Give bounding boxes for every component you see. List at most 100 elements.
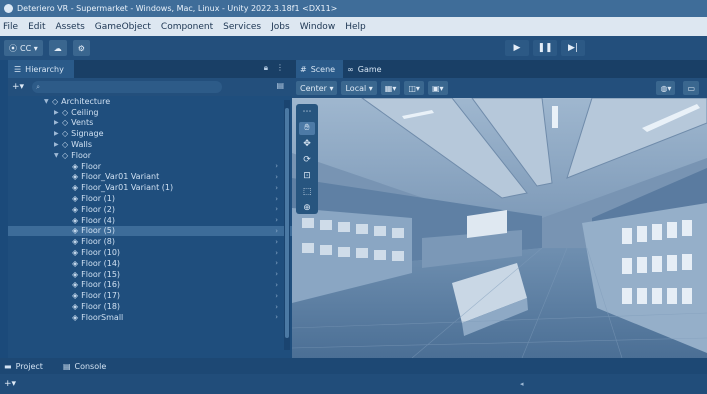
hierarchy-row[interactable]: ◈ Floor (18) › (8, 301, 292, 312)
hierarchy-row[interactable]: ▶ ◇ Signage (8, 128, 292, 139)
collapsed-arrow-icon[interactable]: ▶ (54, 141, 62, 148)
hierarchy-row[interactable]: ◈ Floor (4) › (8, 215, 292, 226)
hierarchy-search-input[interactable]: ⌕ (32, 81, 223, 93)
open-prefab-icon[interactable]: › (275, 173, 278, 181)
hierarchy-row-label: Floor_Var01 Variant (81, 172, 160, 182)
scale-tool-icon[interactable]: ⊡ (299, 169, 315, 182)
rotate-tool-icon[interactable]: ⟳ (299, 154, 315, 167)
collapsed-arrow-icon[interactable]: ▶ (54, 130, 62, 137)
tab-hierarchy[interactable]: ☰ Hierarchy (8, 60, 74, 78)
hierarchy-row[interactable]: ▼ ◇ Floor (8, 150, 292, 161)
scrollbar-thumb[interactable] (285, 108, 289, 338)
hierarchy-scrollbar[interactable] (284, 100, 290, 350)
grid-icon: ▦▾ (384, 83, 397, 93)
open-prefab-icon[interactable]: › (275, 227, 278, 235)
grid-snap-button[interactable]: ▦▾ (380, 81, 401, 95)
hierarchy-row[interactable]: ▶ ◇ Vents (8, 118, 292, 129)
menu-edit[interactable]: Edit (28, 22, 45, 32)
tab-project[interactable]: ▬ Project (4, 362, 43, 371)
bottom-tab-bar: ▬ Project ▤ Console (0, 358, 707, 374)
collapsed-arrow-icon[interactable]: ▶ (54, 119, 62, 126)
open-prefab-icon[interactable]: › (275, 238, 278, 246)
draw-mode-button[interactable]: ▣▾ (427, 81, 448, 95)
account-dropdown[interactable]: ⦿ CC ▾ (4, 40, 43, 56)
open-prefab-icon[interactable]: › (275, 270, 278, 278)
pause-button[interactable]: ❚❚ (533, 40, 557, 56)
palette-grip-icon[interactable]: ⋯ (299, 106, 315, 119)
prefab-icon: ◈ (72, 248, 79, 258)
hierarchy-row[interactable]: ◈ Floor (8) › (8, 236, 292, 247)
open-prefab-icon[interactable]: › (275, 259, 278, 267)
open-prefab-icon[interactable]: › (275, 216, 278, 224)
open-prefab-icon[interactable]: › (275, 205, 278, 213)
game-tab-label: Game (357, 64, 382, 74)
hierarchy-row-label: Floor (14) (81, 258, 121, 268)
menu-component[interactable]: Component (161, 22, 213, 32)
space-dropdown[interactable]: Local ▾ (341, 81, 377, 95)
scene-visibility-icon[interactable]: ▤ (276, 81, 284, 90)
create-asset-button[interactable]: +▾ (4, 379, 16, 389)
expanded-arrow-icon[interactable]: ▼ (54, 152, 62, 159)
hierarchy-row-label: Floor (10) (81, 248, 121, 258)
menu-help[interactable]: Help (345, 22, 366, 32)
project-tab-label: Project (15, 361, 43, 371)
hierarchy-row[interactable]: ◈ Floor (2) › (8, 204, 292, 215)
hierarchy-row-label: Floor (5) (81, 226, 115, 236)
open-prefab-icon[interactable]: › (275, 184, 278, 192)
hierarchy-row[interactable]: ◈ Floor (15) › (8, 269, 292, 280)
move-tool-icon[interactable]: ✥ (299, 138, 315, 151)
hand-tool-icon[interactable]: ✋︎ (299, 121, 315, 135)
menu-gameobject[interactable]: GameObject (95, 22, 151, 32)
lock-icon[interactable]: 🔒︎ (264, 63, 268, 73)
hierarchy-row-label: Walls (71, 140, 93, 150)
hierarchy-row[interactable]: ◈ Floor › (8, 161, 292, 172)
menu-file[interactable]: File (3, 22, 18, 32)
hierarchy-row[interactable]: ◈ Floor_Var01 Variant (1) › (8, 182, 292, 193)
hierarchy-row[interactable]: ◈ Floor (17) › (8, 290, 292, 301)
step-button[interactable]: ▶| (561, 40, 585, 56)
pivot-dropdown[interactable]: Center ▾ (296, 81, 338, 95)
hierarchy-row[interactable]: ◈ Floor (16) › (8, 280, 292, 291)
scene-viewport[interactable] (292, 98, 707, 358)
hierarchy-row[interactable]: ◈ FloorSmall › (8, 312, 292, 323)
menu-assets[interactable]: Assets (56, 22, 85, 32)
menu-window[interactable]: Window (300, 22, 336, 32)
open-prefab-icon[interactable]: › (275, 162, 278, 170)
hierarchy-row-label: Floor_Var01 Variant (1) (81, 183, 174, 193)
menu-jobs[interactable]: Jobs (271, 22, 290, 32)
folder-icon: ▬ (4, 361, 12, 371)
open-prefab-icon[interactable]: › (275, 281, 278, 289)
hierarchy-row-label: Signage (71, 129, 104, 139)
play-button[interactable]: ▶ (505, 40, 529, 56)
magnet-icon: ◫▾ (408, 83, 420, 93)
open-prefab-icon[interactable]: › (275, 303, 278, 311)
expanded-arrow-icon[interactable]: ▼ (44, 98, 52, 105)
open-prefab-icon[interactable]: › (275, 195, 278, 203)
cloud-button[interactable]: ☁ (48, 40, 67, 56)
add-object-button[interactable]: +▾ (12, 82, 24, 92)
resize-handle-icon[interactable]: ◂ (520, 380, 524, 388)
hierarchy-row[interactable]: ◈ Floor (14) › (8, 258, 292, 269)
hierarchy-row[interactable]: ▶ ◇ Ceiling (8, 107, 292, 118)
hierarchy-row[interactable]: ◈ Floor_Var01 Variant › (8, 172, 292, 183)
rect-tool-icon[interactable]: ⬚ (299, 185, 315, 198)
more-options-icon[interactable]: ⋮ (276, 63, 284, 73)
gizmos-dropdown[interactable]: ◍▾ (656, 81, 676, 95)
open-prefab-icon[interactable]: › (275, 249, 278, 257)
hierarchy-row[interactable]: ◈ Floor (10) › (8, 247, 292, 258)
tab-game[interactable]: ∞ Game (343, 60, 390, 78)
settings-button[interactable]: ⚙ (72, 40, 90, 56)
hierarchy-row[interactable]: ◈ Floor (5) › (8, 225, 292, 237)
collapsed-arrow-icon[interactable]: ▶ (54, 109, 62, 116)
tab-console[interactable]: ▤ Console (63, 362, 106, 371)
snap-increment-button[interactable]: ◫▾ (404, 81, 424, 95)
view-2d-toggle[interactable]: ▭ (683, 81, 699, 95)
transform-tool-icon[interactable]: ⊕ (299, 201, 315, 214)
hierarchy-row[interactable]: ▶ ◇ Walls (8, 139, 292, 150)
hierarchy-row[interactable]: ▼ ◇ Architecture (8, 96, 292, 107)
open-prefab-icon[interactable]: › (275, 292, 278, 300)
hierarchy-row[interactable]: ◈ Floor (1) › (8, 193, 292, 204)
open-prefab-icon[interactable]: › (275, 313, 278, 321)
menu-services[interactable]: Services (223, 22, 261, 32)
tab-scene[interactable]: # Scene (296, 60, 344, 78)
